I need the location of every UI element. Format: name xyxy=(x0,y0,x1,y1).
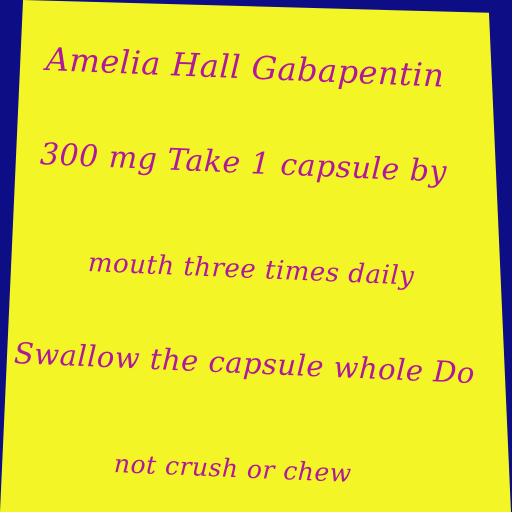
scene: Amelia Hall Gabapentin 300 mg Take 1 cap… xyxy=(0,0,512,512)
